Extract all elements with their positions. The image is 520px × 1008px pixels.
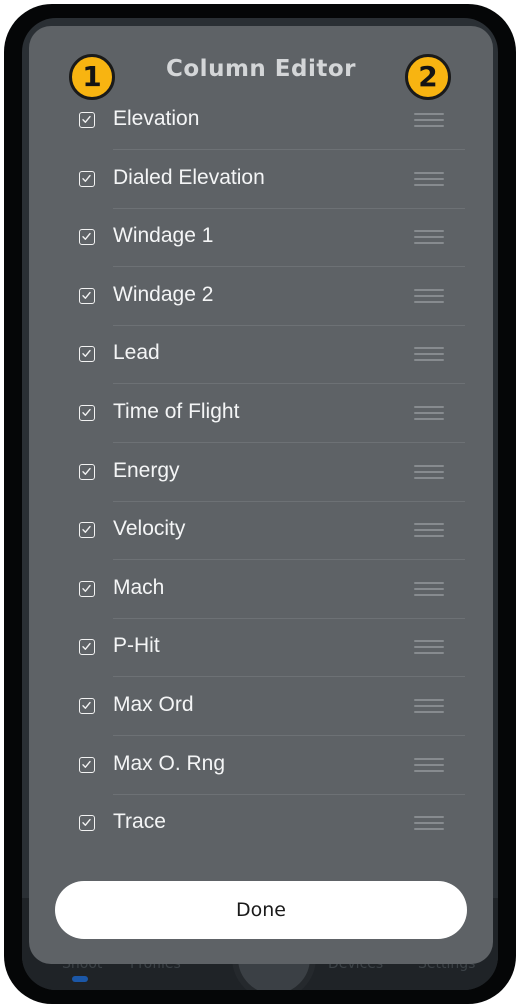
drag-handle-icon[interactable]	[414, 464, 444, 479]
column-row[interactable]: Time of Flight	[29, 385, 493, 443]
column-label: Mach	[113, 575, 165, 599]
column-label: P-Hit	[113, 634, 160, 658]
column-row[interactable]: Elevation	[29, 92, 493, 150]
checkbox[interactable]	[79, 287, 95, 304]
drag-handle-icon[interactable]	[414, 171, 444, 186]
column-label: Windage 2	[113, 282, 214, 306]
checkbox[interactable]	[79, 463, 95, 480]
checkbox[interactable]	[79, 229, 95, 246]
checkbox[interactable]	[79, 112, 95, 128]
checkbox[interactable]	[79, 698, 95, 714]
drag-handle-icon[interactable]	[414, 640, 444, 655]
column-row[interactable]: Dialed Elevation	[29, 151, 493, 209]
drag-handle-icon[interactable]	[414, 699, 444, 713]
column-row[interactable]: Mach	[29, 561, 493, 619]
drag-handle-icon[interactable]	[414, 230, 444, 245]
done-button[interactable]: Done	[55, 881, 467, 939]
drag-handle-icon[interactable]	[414, 757, 444, 772]
drag-handle-icon[interactable]	[414, 113, 444, 127]
column-row[interactable]: Velocity	[29, 502, 493, 561]
column-label: Trace	[113, 810, 166, 834]
column-row[interactable]: Max Ord	[29, 678, 493, 736]
tab-indicator	[72, 976, 88, 982]
drag-handle-icon[interactable]	[414, 816, 444, 831]
column-row[interactable]: Windage 2	[29, 268, 493, 326]
drag-handle-icon[interactable]	[414, 523, 444, 538]
column-label: Max Ord	[113, 693, 194, 716]
column-label: Velocity	[113, 517, 186, 541]
column-row[interactable]: P-Hit	[29, 619, 493, 678]
drag-handle-icon[interactable]	[414, 347, 444, 362]
column-label: Energy	[113, 458, 180, 482]
column-row[interactable]: Max O. Rng	[29, 737, 493, 795]
column-row[interactable]: Energy	[29, 444, 493, 502]
checkbox[interactable]	[79, 405, 95, 421]
checkbox[interactable]	[79, 756, 95, 773]
column-label: Lead	[113, 341, 160, 365]
column-row[interactable]: Windage 1	[29, 209, 493, 268]
checkbox[interactable]	[79, 580, 95, 597]
column-label: Max O. Rng	[113, 751, 226, 775]
column-label: Windage 1	[113, 224, 214, 248]
column-label: Time of Flight	[113, 400, 240, 423]
drag-handle-icon[interactable]	[414, 406, 444, 420]
checkbox[interactable]	[79, 522, 95, 539]
checkbox[interactable]	[79, 170, 95, 187]
checkbox[interactable]	[79, 346, 95, 363]
checkbox[interactable]	[79, 815, 95, 832]
column-row[interactable]: Trace	[29, 795, 493, 853]
column-row[interactable]: Lead	[29, 326, 493, 385]
checkbox[interactable]	[79, 639, 95, 656]
column-label: Dialed Elevation	[113, 165, 265, 189]
column-label: Elevation	[113, 107, 200, 130]
drag-handle-icon[interactable]	[414, 288, 444, 303]
column-editor-modal: 1 Column Editor 2 Elevation Dialed Elevat…	[29, 26, 493, 964]
drag-handle-icon[interactable]	[414, 581, 444, 596]
